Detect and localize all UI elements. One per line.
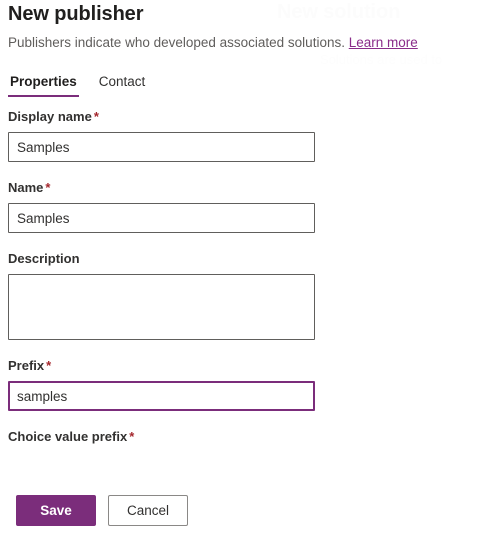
prefix-required-marker: * — [46, 358, 52, 373]
panel-subtitle: Publishers indicate who developed associ… — [8, 33, 500, 53]
name-input[interactable] — [8, 203, 315, 233]
tab-properties[interactable]: Properties — [8, 74, 79, 97]
publisher-form: Display name* Name* Description Prefix* — [8, 108, 488, 463]
name-label: Name * — [8, 179, 488, 197]
display-name-label: Display name * — [8, 108, 488, 126]
prefix-label-text: Prefix — [8, 358, 45, 373]
background-ghost-subtitle: Solutions are used to — [320, 52, 443, 67]
panel-footer: Save Cancel — [0, 486, 500, 534]
prefix-label: Prefix * — [8, 357, 488, 375]
display-name-required-marker: * — [93, 109, 99, 124]
description-textarea[interactable] — [8, 274, 315, 340]
field-prefix: Prefix * — [8, 357, 488, 411]
display-name-input[interactable] — [8, 132, 315, 162]
field-display-name: Display name * — [8, 108, 488, 162]
display-name-label-text: Display name — [8, 109, 92, 124]
description-label-text: Description — [8, 251, 80, 266]
name-required-marker: * — [45, 180, 51, 195]
tab-contact-label: Contact — [98, 74, 146, 89]
panel-header: New publisher Publishers indicate who de… — [8, 0, 500, 53]
choice-value-prefix-label: Choice value prefix * — [8, 428, 488, 446]
page-title: New publisher — [8, 3, 144, 25]
tab-contact[interactable]: Contact — [97, 74, 148, 97]
choice-value-prefix-required-marker: * — [129, 429, 135, 444]
prefix-input[interactable] — [8, 381, 315, 411]
description-label: Description — [8, 250, 488, 268]
tab-list: Properties Contact — [8, 74, 147, 97]
learn-more-link[interactable]: Learn more — [349, 35, 418, 50]
field-choice-value-prefix: Choice value prefix * — [8, 428, 488, 446]
save-button[interactable]: Save — [16, 494, 96, 526]
subtitle-text: Publishers indicate who developed associ… — [8, 35, 345, 50]
field-description: Description — [8, 250, 488, 340]
name-label-text: Name — [8, 180, 44, 195]
choice-value-prefix-label-text: Choice value prefix — [8, 429, 128, 444]
field-name: Name * — [8, 179, 488, 233]
tab-properties-label: Properties — [10, 74, 77, 89]
cancel-button[interactable]: Cancel — [108, 494, 188, 526]
new-publisher-panel: New solution Solutions are used to Advan… — [0, 0, 500, 534]
